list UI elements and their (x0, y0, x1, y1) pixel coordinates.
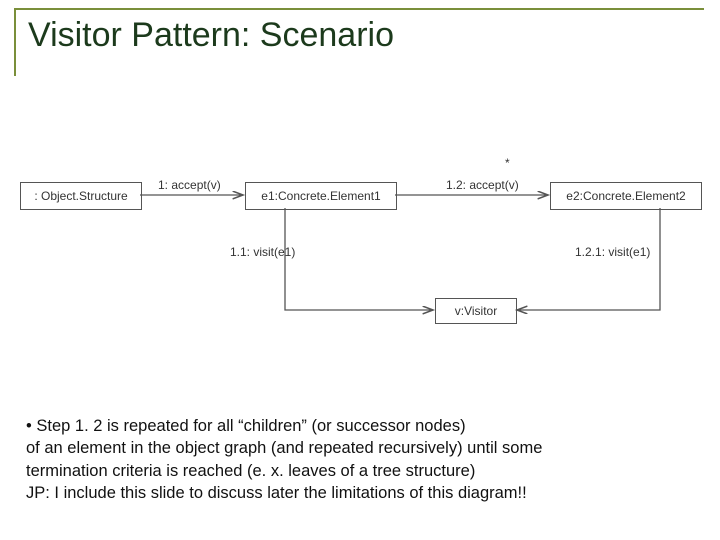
title-rule-left (14, 8, 16, 76)
edge-accept1-label: 1: accept(v) (158, 178, 221, 192)
slide: Visitor Pattern: Scenario * : Object.Str… (0, 0, 720, 540)
title-rule-top (14, 8, 704, 10)
edge-accept12-label: 1.2: accept(v) (446, 178, 519, 192)
diagram-arrows (20, 160, 700, 360)
bullet-block: • Step 1. 2 is repeated for all “childre… (26, 415, 700, 504)
page-title: Visitor Pattern: Scenario (28, 16, 394, 55)
edge-visit11 (285, 208, 433, 310)
collaboration-diagram: * : Object.Structure e1:Concrete.Element… (20, 160, 700, 360)
edge-visit121 (517, 208, 660, 310)
bullet-line-3: termination criteria is reached (e. x. l… (26, 460, 700, 482)
bullet-line-4: JP: I include this slide to discuss late… (26, 482, 700, 504)
edge-visit121-label: 1.2.1: visit(e1) (575, 245, 650, 259)
edge-visit11-label: 1.1: visit(e1) (230, 245, 295, 259)
bullet-line-1: • Step 1. 2 is repeated for all “childre… (26, 415, 700, 437)
bullet-line-2: of an element in the object graph (and r… (26, 437, 700, 459)
